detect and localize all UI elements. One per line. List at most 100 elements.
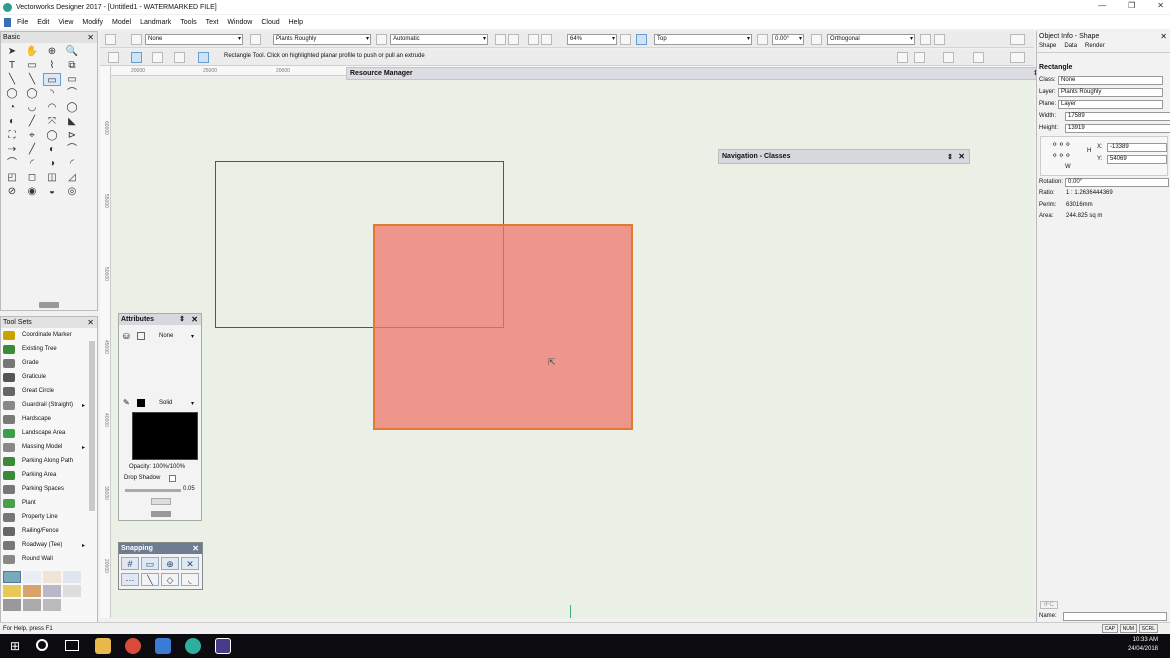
expand-palette-handle[interactable]: [39, 302, 59, 308]
tab-shape[interactable]: Shape: [1039, 43, 1056, 51]
section-tool-icon[interactable]: ◑: [43, 157, 61, 170]
render-icon[interactable]: [376, 34, 387, 45]
hemisphere-tool-icon[interactable]: ◒: [43, 185, 61, 198]
close-icon[interactable]: ✕: [87, 32, 94, 43]
pin-icon[interactable]: ⇕: [179, 314, 185, 325]
menu-window[interactable]: Window: [227, 19, 252, 26]
vectorworks-taskbar-icon[interactable]: [185, 638, 201, 654]
y-field[interactable]: 54069: [1107, 155, 1167, 164]
render-mode-select[interactable]: Automatic: [390, 34, 488, 45]
shape-options2-icon[interactable]: [973, 52, 984, 63]
oval-tool-icon[interactable]: ◯: [23, 87, 41, 100]
collapse-palette-handle[interactable]: [151, 511, 171, 517]
chamfer-tool-icon[interactable]: ⌒: [63, 143, 81, 156]
tool-set-item[interactable]: Great Circle: [1, 384, 97, 398]
move-tool-icon[interactable]: ⊳: [63, 129, 81, 142]
tool-set-item[interactable]: Parking Along Path: [1, 454, 97, 468]
fill-swatch[interactable]: [137, 332, 145, 340]
search-icon[interactable]: [36, 639, 48, 651]
sphere-tool-icon[interactable]: ◎: [63, 185, 81, 198]
angle-icon[interactable]: [757, 34, 768, 45]
machine-tab-icon[interactable]: [3, 599, 21, 611]
visualization-tab-icon[interactable]: [63, 585, 81, 597]
layer-icon[interactable]: [250, 34, 261, 45]
opacity-label[interactable]: Opacity: 100%/100%: [129, 464, 185, 470]
restore-button[interactable]: ❐: [1128, 1, 1135, 10]
tool-set-item[interactable]: Round Wall: [1, 552, 97, 566]
tool-set-item[interactable]: Roadway (Tee) ▸: [1, 538, 97, 552]
fill-style-select[interactable]: None: [159, 333, 173, 339]
media-app-icon[interactable]: [155, 638, 171, 654]
zoom-icon[interactable]: [541, 34, 552, 45]
arrowhead-select[interactable]: [151, 498, 171, 505]
settings-gear-icon[interactable]: [934, 34, 945, 45]
height-field[interactable]: 13919: [1065, 124, 1170, 133]
wall-tool-icon[interactable]: ◻: [23, 171, 41, 184]
close-icon[interactable]: ✕: [87, 317, 94, 328]
tab-data[interactable]: Data: [1064, 43, 1077, 51]
offset-tool-icon[interactable]: ⌖: [23, 129, 41, 142]
menu-model[interactable]: Model: [112, 19, 131, 26]
clip-tool-icon[interactable]: ◜: [23, 157, 41, 170]
fit-to-window-icon[interactable]: [528, 34, 539, 45]
viewport-tool-icon[interactable]: ◰: [3, 171, 21, 184]
gear-tab-icon[interactable]: [23, 599, 41, 611]
tool-set-item[interactable]: Landscape Area: [1, 426, 97, 440]
task-view-icon[interactable]: [65, 640, 79, 651]
close-icon[interactable]: ✕: [1160, 31, 1167, 42]
shape-options-icon[interactable]: [943, 52, 954, 63]
tool-set-item[interactable]: Grade: [1, 356, 97, 370]
active-window-taskbar-icon[interactable]: [215, 638, 231, 654]
smart-edge-icon[interactable]: ◇: [161, 573, 179, 586]
active-layer-select[interactable]: Plants Roughly: [273, 34, 371, 45]
rotation-field[interactable]: 0.00°: [1065, 178, 1169, 187]
quarter-arc-tool-icon[interactable]: ⌒: [63, 87, 81, 100]
snap-to-intersection-icon[interactable]: ✕: [181, 557, 199, 570]
menu-edit[interactable]: Edit: [37, 19, 49, 26]
slab-tool-icon[interactable]: ◫: [43, 171, 61, 184]
rectangle-box-mode-icon[interactable]: [131, 52, 142, 63]
tool-set-item[interactable]: Railing/Fence: [1, 524, 97, 538]
circle-tool-icon[interactable]: ◯: [3, 87, 21, 100]
close-button[interactable]: ✕: [1157, 1, 1164, 10]
rotation-field[interactable]: 0.00°: [772, 34, 804, 45]
layer-options-icon[interactable]: [495, 34, 506, 45]
line-tool-icon[interactable]: ╲: [3, 73, 21, 86]
resource-manager-bar[interactable]: Resource Manager ⇕ ✕: [346, 67, 1056, 80]
menu-modify[interactable]: Modify: [82, 19, 103, 26]
mirror-tool-icon[interactable]: ⛶: [3, 129, 21, 142]
rectangle-3pt-mode-icon[interactable]: [152, 52, 163, 63]
rotated-rectangle-mode-icon[interactable]: [174, 52, 185, 63]
toolbar-toggle-button[interactable]: [1010, 34, 1025, 45]
x-field[interactable]: -13389: [1107, 143, 1167, 152]
class-icon[interactable]: [131, 34, 142, 45]
dimension-tool-icon[interactable]: ⌇: [43, 59, 61, 72]
menu-cloud[interactable]: Cloud: [261, 19, 279, 26]
ifc-button[interactable]: IFC: [1040, 601, 1058, 609]
snap-to-angle-icon[interactable]: ⊕: [161, 557, 179, 570]
rectangle-tool-icon[interactable]: ▭: [43, 73, 61, 86]
tab-render[interactable]: Render: [1085, 43, 1105, 51]
locus-tool-icon[interactable]: ◉: [23, 185, 41, 198]
back-arrow-icon[interactable]: [105, 34, 116, 45]
chrome-icon[interactable]: [125, 638, 141, 654]
irrigation-tab-icon[interactable]: [23, 571, 41, 583]
double-line-tool-icon[interactable]: ╲: [23, 73, 41, 86]
fill-style-dropdown-icon[interactable]: ▾: [191, 333, 194, 340]
attribute-mapping-tool-icon[interactable]: ⤧: [43, 115, 61, 128]
menu-view[interactable]: View: [58, 19, 73, 26]
connect-tool-icon[interactable]: ⌒: [3, 157, 21, 170]
selected-rectangle-shape[interactable]: [373, 224, 633, 430]
projection-select[interactable]: Orthogonal: [827, 34, 915, 45]
landscape-tab-icon[interactable]: [63, 571, 81, 583]
pen-style-select[interactable]: Solid: [159, 400, 172, 406]
close-icon[interactable]: ✕: [192, 543, 199, 554]
tool-set-item[interactable]: Massing Model ▸: [1, 440, 97, 454]
snap-to-grid-icon[interactable]: #: [121, 557, 139, 570]
spiral-tool-icon[interactable]: ◐: [3, 115, 21, 128]
snap-tool-icon[interactable]: [897, 52, 908, 63]
tool-set-item[interactable]: Parking Area: [1, 468, 97, 482]
class-select[interactable]: None: [1058, 76, 1163, 85]
tool-sets-scrollbar[interactable]: [89, 341, 95, 511]
modebar-toggle-button[interactable]: [1010, 52, 1025, 63]
